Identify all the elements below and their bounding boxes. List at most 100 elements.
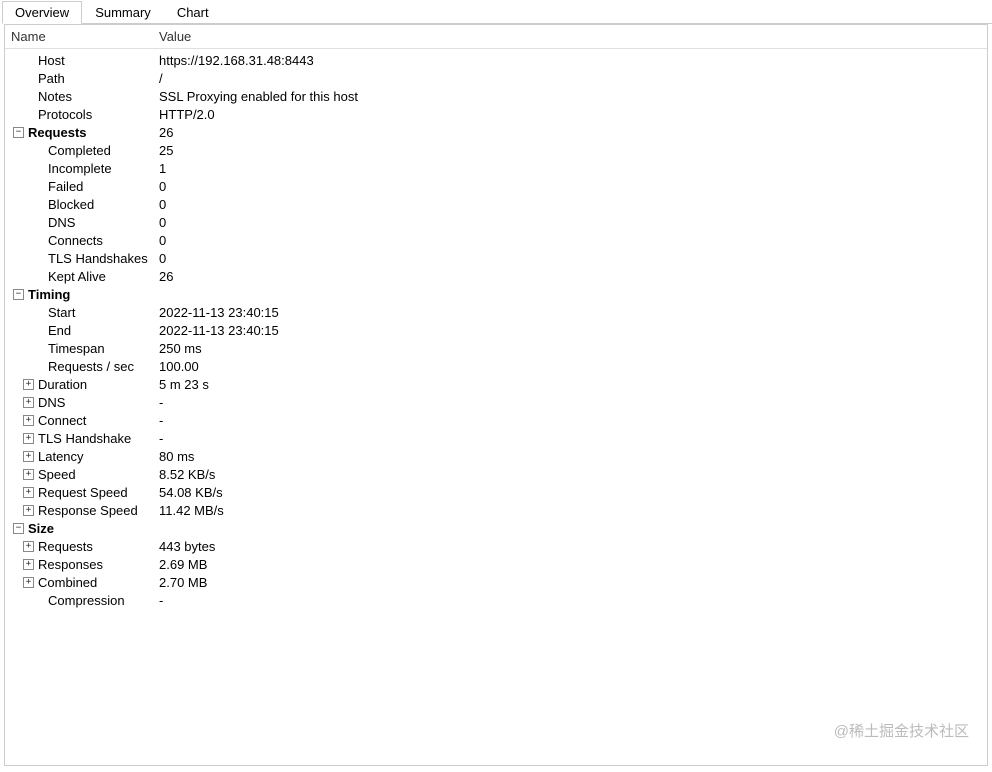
value: 0 [155,215,987,230]
label: TLS Handshake [38,431,131,446]
row-timing-connect[interactable]: +Connect - [5,411,987,429]
label: Duration [38,377,87,392]
value: https://192.168.31.48:8443 [155,53,987,68]
label: Timespan [48,341,105,356]
label: Requests / sec [48,359,134,374]
row-request-speed[interactable]: +Request Speed 54.08 KB/s [5,483,987,501]
value: 250 ms [155,341,987,356]
expand-icon[interactable]: + [23,487,34,498]
label: Connects [48,233,103,248]
row-duration[interactable]: +Duration 5 m 23 s [5,375,987,393]
label: DNS [38,395,65,410]
row-timespan[interactable]: Timespan 250 ms [5,339,987,357]
label: Compression [48,593,125,608]
label: Responses [38,557,103,572]
expand-icon[interactable]: + [23,505,34,516]
label: Connect [38,413,86,428]
tab-bar: Overview Summary Chart [2,0,992,24]
row-timing-tls[interactable]: +TLS Handshake - [5,429,987,447]
label: DNS [48,215,75,230]
label: Timing [28,287,70,302]
label: Failed [48,179,83,194]
row-response-speed[interactable]: +Response Speed 11.42 MB/s [5,501,987,519]
row-start[interactable]: Start 2022-11-13 23:40:15 [5,303,987,321]
label: End [48,323,71,338]
row-requests-header[interactable]: −Requests 26 [5,123,987,141]
value: 2.69 MB [155,557,987,572]
row-protocols[interactable]: Protocols HTTP/2.0 [5,105,987,123]
label: Size [28,521,54,536]
label: Completed [48,143,111,158]
label: Protocols [38,107,92,122]
value: 443 bytes [155,539,987,554]
row-timing-header[interactable]: −Timing [5,285,987,303]
expand-icon[interactable]: + [23,559,34,570]
value: SSL Proxying enabled for this host [155,89,987,104]
expand-icon[interactable]: + [23,397,34,408]
collapse-icon[interactable]: − [13,523,24,534]
expand-icon[interactable]: + [23,433,34,444]
row-failed[interactable]: Failed 0 [5,177,987,195]
label: TLS Handshakes [48,251,148,266]
watermark-text: @稀土掘金技术社区 [834,720,969,741]
expand-icon[interactable]: + [23,415,34,426]
row-end[interactable]: End 2022-11-13 23:40:15 [5,321,987,339]
tree-grid: Host https://192.168.31.48:8443 Path / N… [5,49,987,609]
expand-icon[interactable]: + [23,577,34,588]
label: Incomplete [48,161,112,176]
value: - [155,593,987,608]
collapse-icon[interactable]: − [13,289,24,300]
value: 0 [155,179,987,194]
row-size-requests[interactable]: + Requests 443 bytes [5,537,987,555]
value: 26 [155,125,987,140]
row-kept-alive[interactable]: Kept Alive 26 [5,267,987,285]
row-size-header[interactable]: −Size [5,519,987,537]
row-host[interactable]: Host https://192.168.31.48:8443 [5,51,987,69]
label: Speed [38,467,76,482]
row-latency[interactable]: +Latency 80 ms [5,447,987,465]
label: Kept Alive [48,269,106,284]
row-dns[interactable]: DNS 0 [5,213,987,231]
table-header: Name Value [5,25,987,49]
value: 100.00 [155,359,987,374]
row-completed[interactable]: Completed 25 [5,141,987,159]
row-tls-handshakes[interactable]: TLS Handshakes 0 [5,249,987,267]
row-compression[interactable]: Compression - [5,591,987,609]
expand-icon[interactable]: + [23,469,34,480]
value: 0 [155,197,987,212]
expand-icon[interactable]: + [23,541,34,552]
label: Start [48,305,75,320]
value: 25 [155,143,987,158]
row-path[interactable]: Path / [5,69,987,87]
label: Notes [38,89,72,104]
tab-overview[interactable]: Overview [2,1,82,24]
row-blocked[interactable]: Blocked 0 [5,195,987,213]
overview-panel: Name Value Host https://192.168.31.48:84… [4,24,988,766]
tab-summary[interactable]: Summary [82,1,164,24]
label: Requests [38,539,93,554]
row-size-combined[interactable]: +Combined 2.70 MB [5,573,987,591]
collapse-icon[interactable]: − [13,127,24,138]
row-rps[interactable]: Requests / sec 100.00 [5,357,987,375]
row-timing-dns[interactable]: + DNS - [5,393,987,411]
value: 8.52 KB/s [155,467,987,482]
label: Path [38,71,65,86]
row-notes[interactable]: Notes SSL Proxying enabled for this host [5,87,987,105]
row-speed[interactable]: + Speed 8.52 KB/s [5,465,987,483]
value: 0 [155,233,987,248]
value: / [155,71,987,86]
header-name[interactable]: Name [5,29,155,44]
label: Request Speed [38,485,128,500]
value: - [155,395,987,410]
label: Latency [38,449,84,464]
expand-icon[interactable]: + [23,451,34,462]
label: Combined [38,575,97,590]
header-value[interactable]: Value [155,29,987,44]
label: Response Speed [38,503,138,518]
row-incomplete[interactable]: Incomplete 1 [5,159,987,177]
row-connects[interactable]: Connects 0 [5,231,987,249]
expand-icon[interactable]: + [23,379,34,390]
value: 2022-11-13 23:40:15 [155,323,987,338]
tab-chart[interactable]: Chart [164,1,222,24]
row-size-responses[interactable]: + Responses 2.69 MB [5,555,987,573]
